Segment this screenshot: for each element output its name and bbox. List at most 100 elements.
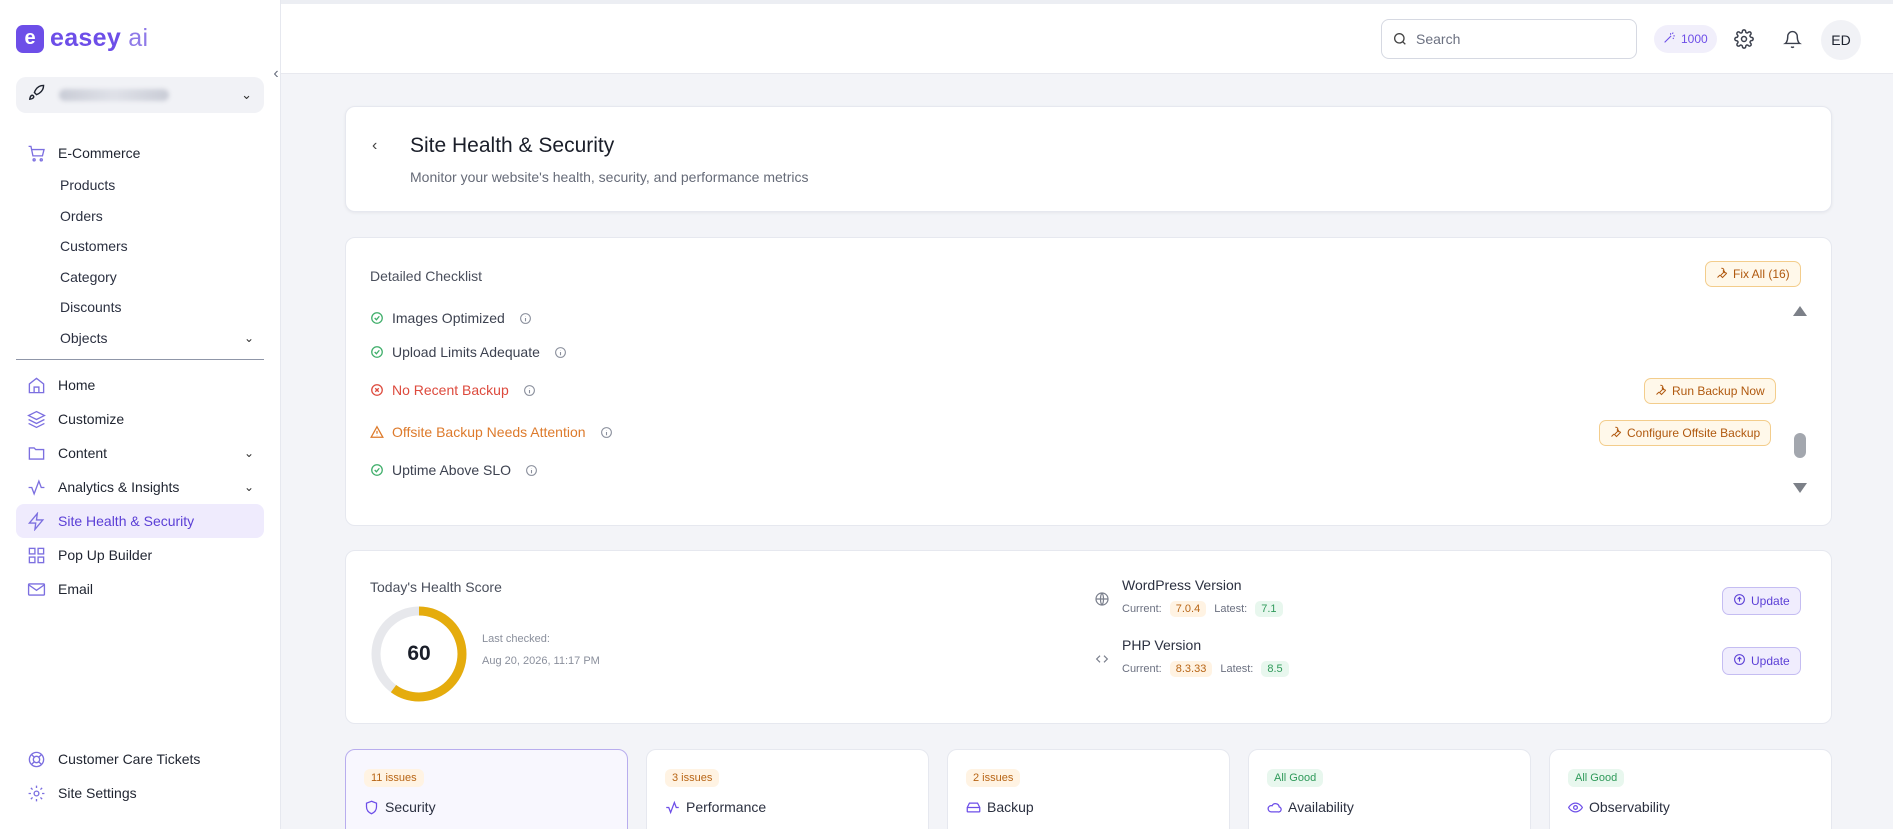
current-version: 7.0.4 xyxy=(1169,601,1207,617)
category-card-availability[interactable]: All Good Availability xyxy=(1248,749,1531,829)
upload-circle-icon xyxy=(1733,653,1746,669)
checklist-row-label: No Recent Backup xyxy=(392,382,509,398)
category-card-observability[interactable]: All Good Observability xyxy=(1549,749,1832,829)
sidebar-item-label: Site Settings xyxy=(58,785,137,801)
sidebar-item-label: Content xyxy=(58,445,108,461)
hard-drive-icon xyxy=(966,802,981,812)
sidebar-item-label: Customer Care Tickets xyxy=(58,751,201,767)
code-icon xyxy=(1095,655,1109,663)
top-bar: 1000 ED xyxy=(281,0,1893,74)
sidebar-item-email[interactable]: Email xyxy=(16,572,264,606)
chevron-down-icon: ⌄ xyxy=(243,480,254,494)
checklist-scrollbar[interactable] xyxy=(1792,306,1808,496)
update-label: Update xyxy=(1751,594,1790,608)
sidebar-item-site-health[interactable]: Site Health & Security xyxy=(16,504,264,538)
chevron-down-icon: ⌄ xyxy=(241,87,252,102)
checklist-title: Detailed Checklist xyxy=(370,268,483,284)
info-icon[interactable] xyxy=(523,384,536,397)
last-checked-value: Aug 20, 2026, 11:17 PM xyxy=(482,655,600,667)
checklist-row-label: Images Optimized xyxy=(392,310,505,326)
issues-badge: 11 issues xyxy=(364,769,424,787)
search-box[interactable] xyxy=(1381,19,1637,59)
category-card-security[interactable]: 11 issues Security xyxy=(345,749,628,829)
sidebar-item-customer-care[interactable]: Customer Care Tickets xyxy=(16,742,264,776)
credits-count: 1000 xyxy=(1681,32,1708,46)
run-backup-button[interactable]: Run Backup Now xyxy=(1644,378,1776,404)
checklist-row: Offsite Backup Needs Attention xyxy=(370,424,613,440)
current-version: 8.3.33 xyxy=(1169,661,1213,677)
search-icon xyxy=(1392,31,1408,47)
sidebar-subitem-objects[interactable]: Objects ⌄ xyxy=(16,323,264,354)
info-icon[interactable] xyxy=(600,426,613,439)
back-arrow-icon[interactable]: ‹ xyxy=(372,137,377,155)
sidebar-item-home[interactable]: Home xyxy=(16,368,264,402)
check-circle-icon xyxy=(371,312,383,324)
info-icon[interactable] xyxy=(525,464,538,477)
sidebar-subitem-products[interactable]: Products xyxy=(16,170,264,201)
sidebar-item-ecommerce[interactable]: E-Commerce xyxy=(16,136,264,170)
shield-icon xyxy=(365,800,378,814)
gear-icon xyxy=(26,783,46,803)
last-checked-label: Last checked: xyxy=(482,633,550,645)
search-input[interactable] xyxy=(1416,31,1616,47)
health-score-gauge: 60 xyxy=(370,605,468,703)
info-icon[interactable] xyxy=(519,312,532,325)
sidebar-subitem-discounts[interactable]: Discounts xyxy=(16,292,264,323)
latest-label: Latest: xyxy=(1220,663,1254,675)
chevron-down-icon: ⌄ xyxy=(243,330,254,345)
sidebar-item-label: Analytics & Insights xyxy=(58,479,180,495)
eye-icon xyxy=(1568,801,1583,813)
update-php-button[interactable]: Update xyxy=(1722,647,1801,675)
site-domain xyxy=(59,89,169,101)
sidebar-item-popup-builder[interactable]: Pop Up Builder xyxy=(16,538,264,572)
sidebar-item-site-settings[interactable]: Site Settings xyxy=(16,776,264,810)
cart-icon xyxy=(26,143,46,163)
wrench-icon xyxy=(1716,267,1728,282)
sidebar-subitem-category[interactable]: Category xyxy=(16,262,264,293)
avatar[interactable]: ED xyxy=(1821,20,1861,60)
sidebar-item-content[interactable]: Content ⌄ xyxy=(16,436,264,470)
sidebar-subitem-customers[interactable]: Customers xyxy=(16,231,264,262)
current-label: Current: xyxy=(1122,663,1162,675)
category-label: Performance xyxy=(686,799,767,815)
bell-icon[interactable] xyxy=(1781,28,1803,50)
category-card-performance[interactable]: 3 issues Performance xyxy=(646,749,929,829)
version-name: PHP Version xyxy=(1122,637,1202,653)
fix-all-button[interactable]: Fix All (16) xyxy=(1705,261,1801,287)
wrench-icon xyxy=(1655,384,1667,399)
update-label: Update xyxy=(1751,654,1790,668)
logo-mark-icon: e xyxy=(16,24,44,53)
current-label: Current: xyxy=(1122,603,1162,615)
checklist-row: Uptime Above SLO xyxy=(370,462,538,478)
version-name: WordPress Version xyxy=(1122,577,1242,593)
sidebar-item-customize[interactable]: Customize xyxy=(16,402,264,436)
configure-offsite-backup-button[interactable]: Configure Offsite Backup xyxy=(1599,420,1772,446)
version-line: Current: 7.0.4 Latest: 7.1 xyxy=(1122,601,1283,617)
check-circle-icon xyxy=(371,464,383,476)
site-selector[interactable]: ⌄ xyxy=(16,77,264,113)
sidebar-item-label: Home xyxy=(58,377,96,393)
sidebar: e easey ai ‹ ⌄ E-Commerce Products Order… xyxy=(0,0,281,829)
sidebar-subitem-orders[interactable]: Orders xyxy=(16,201,264,232)
rocket-icon xyxy=(28,84,45,106)
checklist-row: No Recent Backup xyxy=(370,382,536,398)
category-label: Security xyxy=(385,799,436,815)
scroll-down-icon[interactable] xyxy=(1793,483,1807,493)
grid-icon xyxy=(26,545,46,565)
lifebuoy-icon xyxy=(26,749,46,769)
credits-badge[interactable]: 1000 xyxy=(1654,25,1717,53)
scroll-thumb[interactable] xyxy=(1794,433,1806,458)
wrench-icon xyxy=(1610,426,1622,441)
brand-logo[interactable]: e easey ai xyxy=(16,24,148,53)
sidebar-item-analytics[interactable]: Analytics & Insights ⌄ xyxy=(16,470,264,504)
status-badge: All Good xyxy=(1568,769,1625,787)
zap-icon xyxy=(26,511,46,531)
update-wordpress-button[interactable]: Update xyxy=(1722,587,1801,615)
settings-gear-icon[interactable] xyxy=(1733,28,1755,50)
sidebar-item-label: Pop Up Builder xyxy=(58,547,153,563)
category-card-backup[interactable]: 2 issues Backup xyxy=(947,749,1230,829)
info-icon[interactable] xyxy=(554,346,567,359)
checklist-row-label: Upload Limits Adequate xyxy=(392,344,540,360)
scroll-up-icon[interactable] xyxy=(1793,306,1807,316)
version-line: Current: 8.3.33 Latest: 8.5 xyxy=(1122,661,1289,677)
